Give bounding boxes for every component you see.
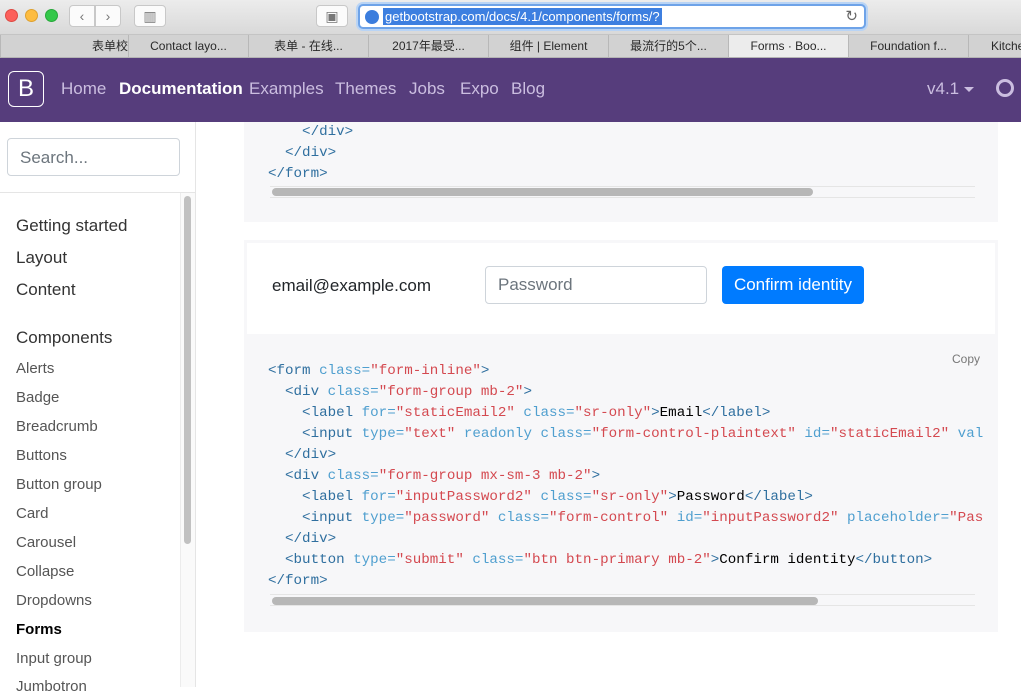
- tab-biaodan-online[interactable]: 表单 - 在线...: [248, 35, 368, 57]
- sidebar-item-input-group[interactable]: Input group: [16, 650, 92, 667]
- forward-button[interactable]: ›: [95, 5, 121, 27]
- sidebar-item-content[interactable]: Content: [16, 280, 76, 300]
- close-window-button[interactable]: [5, 9, 18, 22]
- divider: [0, 192, 195, 193]
- code-line: <input type="text" readonly class="form-…: [268, 426, 984, 442]
- form-inline-example: email@example.com Password Confirm ident…: [244, 240, 998, 337]
- back-button[interactable]: ‹: [69, 5, 95, 27]
- code-line: <button type="submit" class="btn btn-pri…: [268, 552, 933, 568]
- code-line: <label for="staticEmail2" class="sr-only…: [268, 405, 771, 421]
- bootstrap-logo[interactable]: B: [8, 71, 44, 107]
- tab-kitchen[interactable]: Kitche: [968, 35, 1021, 57]
- code-line: </div>: [268, 145, 337, 161]
- tab-contact-layout[interactable]: Contact layo...: [128, 35, 248, 57]
- github-icon[interactable]: [996, 79, 1014, 97]
- code-snippet-previous: </div> </div> </form>: [244, 122, 998, 222]
- code-snippet: <form class="form-inline"> <div class="f…: [244, 337, 998, 632]
- static-email-text: email@example.com: [272, 276, 431, 295]
- browser-toolbar: ‹ › ▥ ▣ getbootstrap.com/docs/4.1/compon…: [0, 0, 1021, 35]
- tab-forms-bootstrap[interactable]: Forms · Boo...: [728, 35, 848, 57]
- sidebar-item-carousel[interactable]: Carousel: [16, 534, 76, 551]
- code-line: </form>: [268, 573, 328, 589]
- sidebar-item-components[interactable]: Components: [16, 328, 112, 348]
- site-navbar: B Home Documentation Examples Themes Job…: [0, 58, 1021, 122]
- copy-button[interactable]: Copy: [952, 352, 980, 366]
- sidebar-item-layout[interactable]: Layout: [16, 248, 67, 268]
- sidebar-icon: ▥: [143, 7, 157, 24]
- caret-down-icon: [964, 87, 974, 92]
- chevron-left-icon: ‹: [79, 8, 85, 24]
- code-line: </div>: [268, 124, 354, 140]
- nav-jobs[interactable]: Jobs: [409, 79, 445, 99]
- code-line: <label for="inputPassword2" class="sr-on…: [268, 489, 813, 505]
- code-line: </div>: [268, 447, 337, 463]
- nav-examples[interactable]: Examples: [249, 79, 324, 99]
- sidebar-item-buttons[interactable]: Buttons: [16, 447, 67, 464]
- docs-sidebar: Search... Getting started Layout Content…: [0, 122, 196, 695]
- code-hscrollbar-thumb[interactable]: [272, 188, 813, 196]
- code-line: </form>: [268, 166, 328, 182]
- sidebar-item-alerts[interactable]: Alerts: [16, 360, 54, 377]
- sidebar-item-forms[interactable]: Forms: [16, 621, 62, 638]
- sidebar-item-getting-started[interactable]: Getting started: [16, 216, 128, 236]
- sidebar-item-dropdowns[interactable]: Dropdowns: [16, 592, 92, 609]
- globe-icon: [365, 10, 379, 24]
- url-text: getbootstrap.com/docs/4.1/components/for…: [383, 8, 662, 25]
- minimize-window-button[interactable]: [25, 9, 38, 22]
- sidebar-toggle-button[interactable]: ▥: [134, 5, 166, 27]
- sidebar-item-collapse[interactable]: Collapse: [16, 563, 74, 580]
- code-hscrollbar-thumb[interactable]: [272, 597, 818, 605]
- nav-expo[interactable]: Expo: [460, 79, 499, 99]
- tab-2017[interactable]: 2017年最受...: [368, 35, 488, 57]
- tab-popular-5[interactable]: 最流行的5个...: [608, 35, 728, 57]
- version-dropdown[interactable]: v4.1: [927, 79, 959, 99]
- address-bar[interactable]: getbootstrap.com/docs/4.1/components/for…: [358, 4, 866, 29]
- code-line: <div class="form-group mx-sm-3 mb-2">: [268, 468, 601, 484]
- nav-themes[interactable]: Themes: [335, 79, 396, 99]
- nav-blog[interactable]: Blog: [511, 79, 545, 99]
- reader-view-button[interactable]: ▣: [316, 5, 348, 27]
- sidebar-item-breadcrumb[interactable]: Breadcrumb: [16, 418, 98, 435]
- code-line: <div class="form-group mb-2">: [268, 384, 532, 400]
- reload-icon[interactable]: ↻: [845, 7, 858, 25]
- search-input[interactable]: Search...: [7, 138, 180, 176]
- tab-element[interactable]: 组件 | Element: [488, 35, 608, 57]
- tab-foundation[interactable]: Foundation f...: [848, 35, 968, 57]
- code-line: <form class="form-inline">: [268, 363, 490, 379]
- tab-biaodan[interactable]: 表单校: [0, 35, 128, 57]
- tab-bar: 表单校 Contact layo... 表单 - 在线... 2017年最受..…: [0, 35, 1021, 58]
- code-line: </div>: [268, 531, 337, 547]
- sidebar-scrollbar-thumb[interactable]: [184, 196, 191, 544]
- sidebar-item-badge[interactable]: Badge: [16, 389, 59, 406]
- nav-documentation[interactable]: Documentation: [119, 79, 243, 99]
- password-input[interactable]: Password: [485, 266, 707, 304]
- sidebar-item-button-group[interactable]: Button group: [16, 476, 102, 493]
- zoom-window-button[interactable]: [45, 9, 58, 22]
- reader-icon: ▣: [325, 7, 339, 24]
- confirm-identity-button[interactable]: Confirm identity: [722, 266, 864, 304]
- chevron-right-icon: ›: [105, 8, 111, 24]
- nav-home[interactable]: Home: [61, 79, 106, 99]
- sidebar-item-card[interactable]: Card: [16, 505, 49, 522]
- code-line: <input type="password" class="form-contr…: [268, 510, 984, 526]
